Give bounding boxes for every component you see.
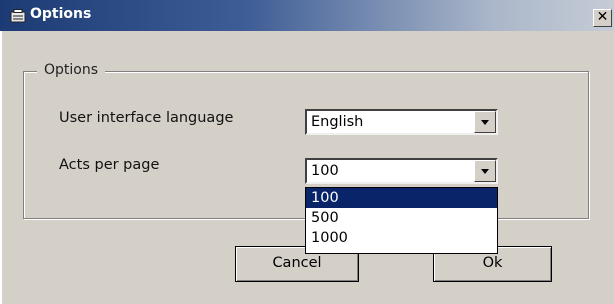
chevron-down-icon[interactable] [474,160,496,182]
language-select-value: English [311,114,364,130]
title-bar[interactable]: Options ✕ [0,0,614,31]
chevron-down-icon[interactable] [474,111,496,133]
acts-per-page-label: Acts per page [59,157,160,173]
window-title: Options [30,6,92,22]
dropdown-option-1000[interactable]: 1000 [306,228,497,248]
options-dialog-icon [10,9,26,23]
acts-per-page-dropdown: 100 500 1000 [305,187,498,254]
language-select[interactable]: English [305,109,498,135]
window-border [0,31,2,304]
dropdown-option-100[interactable]: 100 [306,188,497,208]
language-label: User interface language [59,110,234,126]
close-icon[interactable]: ✕ [593,9,612,27]
dropdown-option-500[interactable]: 500 [306,208,497,228]
groupbox-legend: Options [37,62,106,78]
acts-per-page-value: 100 [311,163,339,179]
acts-per-page-select[interactable]: 100 [305,158,498,184]
